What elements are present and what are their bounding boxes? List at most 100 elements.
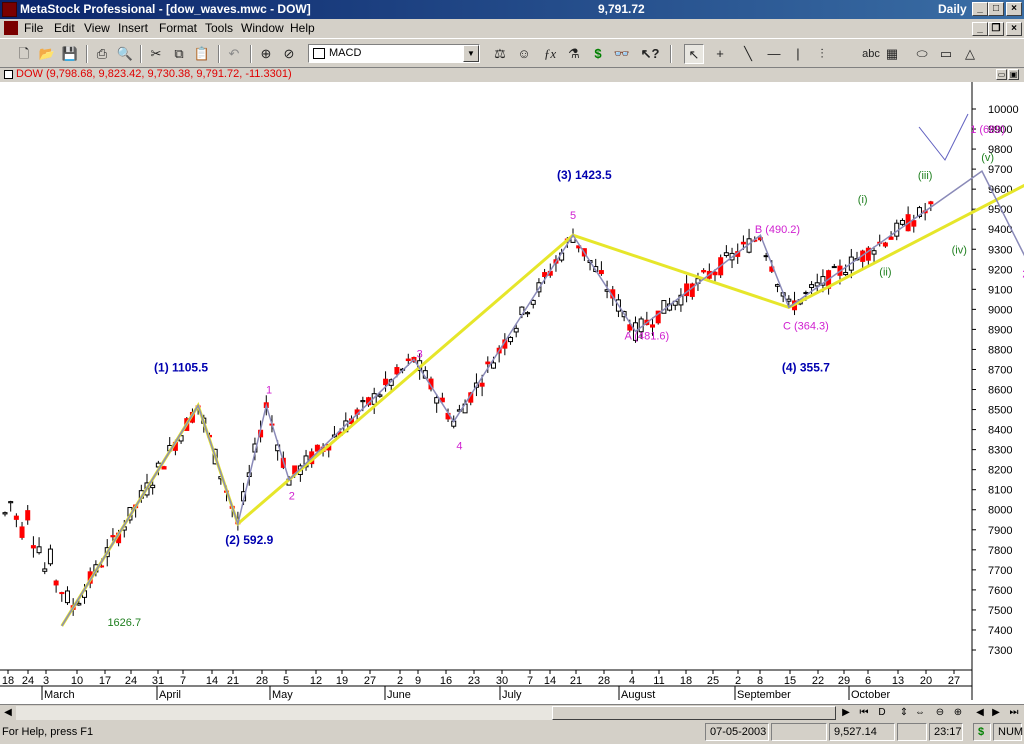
page-left-icon[interactable]: ◀: [972, 706, 988, 720]
dollar-icon[interactable]: $: [588, 44, 608, 64]
menu-file[interactable]: File: [24, 21, 43, 35]
status-value: 9,527.14: [829, 723, 895, 741]
rectangle-icon[interactable]: ▭: [936, 44, 956, 64]
help-pointer-icon[interactable]: ↖?: [640, 44, 660, 64]
status-num: NUM: [993, 723, 1023, 741]
price-candle: [831, 263, 837, 269]
zoom-out-icon[interactable]: ⊖: [932, 706, 948, 720]
fibonacci-icon[interactable]: ⫶: [812, 44, 832, 64]
zoom-v-icon[interactable]: ⇕: [896, 706, 912, 720]
x-tick-label: 24: [125, 675, 137, 687]
y-tick-label: 7500: [988, 605, 1012, 617]
triangle-icon[interactable]: △: [960, 44, 980, 64]
print-icon[interactable]: ⎙: [92, 44, 112, 64]
x-tick-label: 25: [707, 675, 719, 687]
x-tick-label: 31: [152, 675, 164, 687]
y-tick-label: 8700: [988, 364, 1012, 376]
paste-icon[interactable]: 📋: [192, 44, 212, 64]
pane-maximize-button[interactable]: ▣: [1008, 69, 1019, 80]
price-chart[interactable]: 7300 7400 7500 7600 7700 7800 7900 8000 8100 8200…: [0, 82, 1024, 704]
chart-window-icon[interactable]: [4, 70, 13, 79]
y-tick-label: 8100: [988, 485, 1012, 497]
save-icon[interactable]: 💾: [60, 44, 80, 64]
menu-view[interactable]: View: [84, 21, 110, 35]
cross-icon[interactable]: +: [710, 44, 730, 64]
print-preview-icon[interactable]: 🔍: [115, 44, 135, 64]
text-icon[interactable]: abc: [858, 44, 884, 64]
binoculars-icon[interactable]: 👓: [612, 44, 632, 64]
close-button[interactable]: ×: [1006, 2, 1022, 16]
menu-format[interactable]: Format: [159, 21, 197, 35]
scroll-right-icon[interactable]: ▶: [838, 706, 854, 720]
open-icon[interactable]: 📂: [37, 44, 57, 64]
undo-icon[interactable]: ↶: [224, 44, 244, 64]
line-icon[interactable]: ╲: [738, 44, 758, 64]
x-tick-label: 8: [757, 675, 763, 687]
formula-icon[interactable]: ƒx: [540, 44, 560, 64]
document-icon[interactable]: [4, 21, 18, 35]
price-candle: [53, 579, 59, 593]
indicator-icon: [313, 48, 325, 59]
month-label: August: [621, 689, 655, 701]
menu-tools[interactable]: Tools: [205, 21, 233, 35]
indicator-select[interactable]: MACD ▼: [308, 44, 480, 63]
zoom-icon[interactable]: ⊘: [279, 44, 299, 64]
ellipse-icon[interactable]: ⬭: [912, 44, 932, 64]
x-tick-label: 16: [440, 675, 452, 687]
minimize-button[interactable]: _: [972, 2, 988, 16]
new-icon[interactable]: 🗋: [14, 44, 34, 64]
scroll-date-icon[interactable]: D: [874, 706, 890, 720]
expert-icon[interactable]: ☺: [514, 44, 534, 64]
test-icon[interactable]: ⚖: [490, 44, 510, 64]
menu-help[interactable]: Help: [290, 21, 315, 35]
menu-insert[interactable]: Insert: [118, 21, 148, 35]
y-tick-label: 8900: [988, 324, 1012, 336]
child-minimize-button[interactable]: _: [972, 22, 988, 36]
grid-icon[interactable]: ▦: [882, 44, 902, 64]
x-tick-label: 5: [283, 675, 289, 687]
horizontal-line-icon[interactable]: —: [764, 44, 784, 64]
scroll-first-icon[interactable]: ⏮: [856, 706, 872, 720]
scroll-end-icon[interactable]: ⏭: [1006, 706, 1022, 720]
x-tick-label: 3: [43, 675, 49, 687]
crosshair-icon[interactable]: ⊕: [256, 44, 276, 64]
status-dollar-icon[interactable]: $: [973, 723, 991, 741]
cut-icon[interactable]: ✂: [146, 44, 166, 64]
window-title: MetaStock Professional - [dow_waves.mwc …: [20, 2, 311, 16]
chevron-down-icon[interactable]: ▼: [463, 45, 479, 62]
x-tick-label: 23: [468, 675, 480, 687]
vertical-line-icon[interactable]: |: [788, 44, 808, 64]
metastock-app-icon[interactable]: [2, 2, 17, 17]
wave-label: 4: [456, 441, 462, 453]
menu-edit[interactable]: Edit: [54, 21, 75, 35]
y-tick-label: 9000: [988, 304, 1012, 316]
price-candle: [905, 206, 911, 232]
x-tick-label: 21: [570, 675, 582, 687]
pointer-icon[interactable]: ↖: [684, 44, 704, 64]
month-label: October: [851, 689, 890, 701]
x-tick-label: 29: [838, 675, 850, 687]
wave-label: 2: [289, 491, 295, 503]
x-tick-label: 27: [364, 675, 376, 687]
chart-title-bar: DOW (9,798.68, 9,823.42, 9,730.38, 9,791…: [0, 68, 1024, 82]
scroll-thumb[interactable]: [552, 706, 836, 720]
copy-icon[interactable]: ⧉: [169, 44, 189, 64]
explorer-icon[interactable]: ⚗: [564, 44, 584, 64]
maximize-button[interactable]: □: [988, 2, 1004, 16]
price-candle: [2, 511, 8, 517]
zoom-h-icon[interactable]: ⇔: [912, 706, 928, 720]
month-label: July: [502, 689, 522, 701]
horizontal-scrollbar[interactable]: ◀ ▶ ⏮ D ⇕ ⇔ ⊖ ⊕ ◀ ▶ ⏭: [0, 704, 1024, 721]
pane-minimize-button[interactable]: ▭: [996, 69, 1007, 80]
security-name: DOW: [16, 68, 43, 80]
menu-window[interactable]: Window: [241, 21, 284, 35]
x-tick-label: 20: [920, 675, 932, 687]
child-close-button[interactable]: ×: [1006, 22, 1022, 36]
wave-label: 5: [570, 210, 576, 222]
child-restore-button[interactable]: ❐: [988, 22, 1004, 36]
x-tick-label: 28: [256, 675, 268, 687]
month-label: March: [44, 689, 75, 701]
page-right-icon[interactable]: ▶: [988, 706, 1004, 720]
scroll-left-icon[interactable]: ◀: [0, 706, 16, 720]
zoom-in-icon[interactable]: ⊕: [950, 706, 966, 720]
